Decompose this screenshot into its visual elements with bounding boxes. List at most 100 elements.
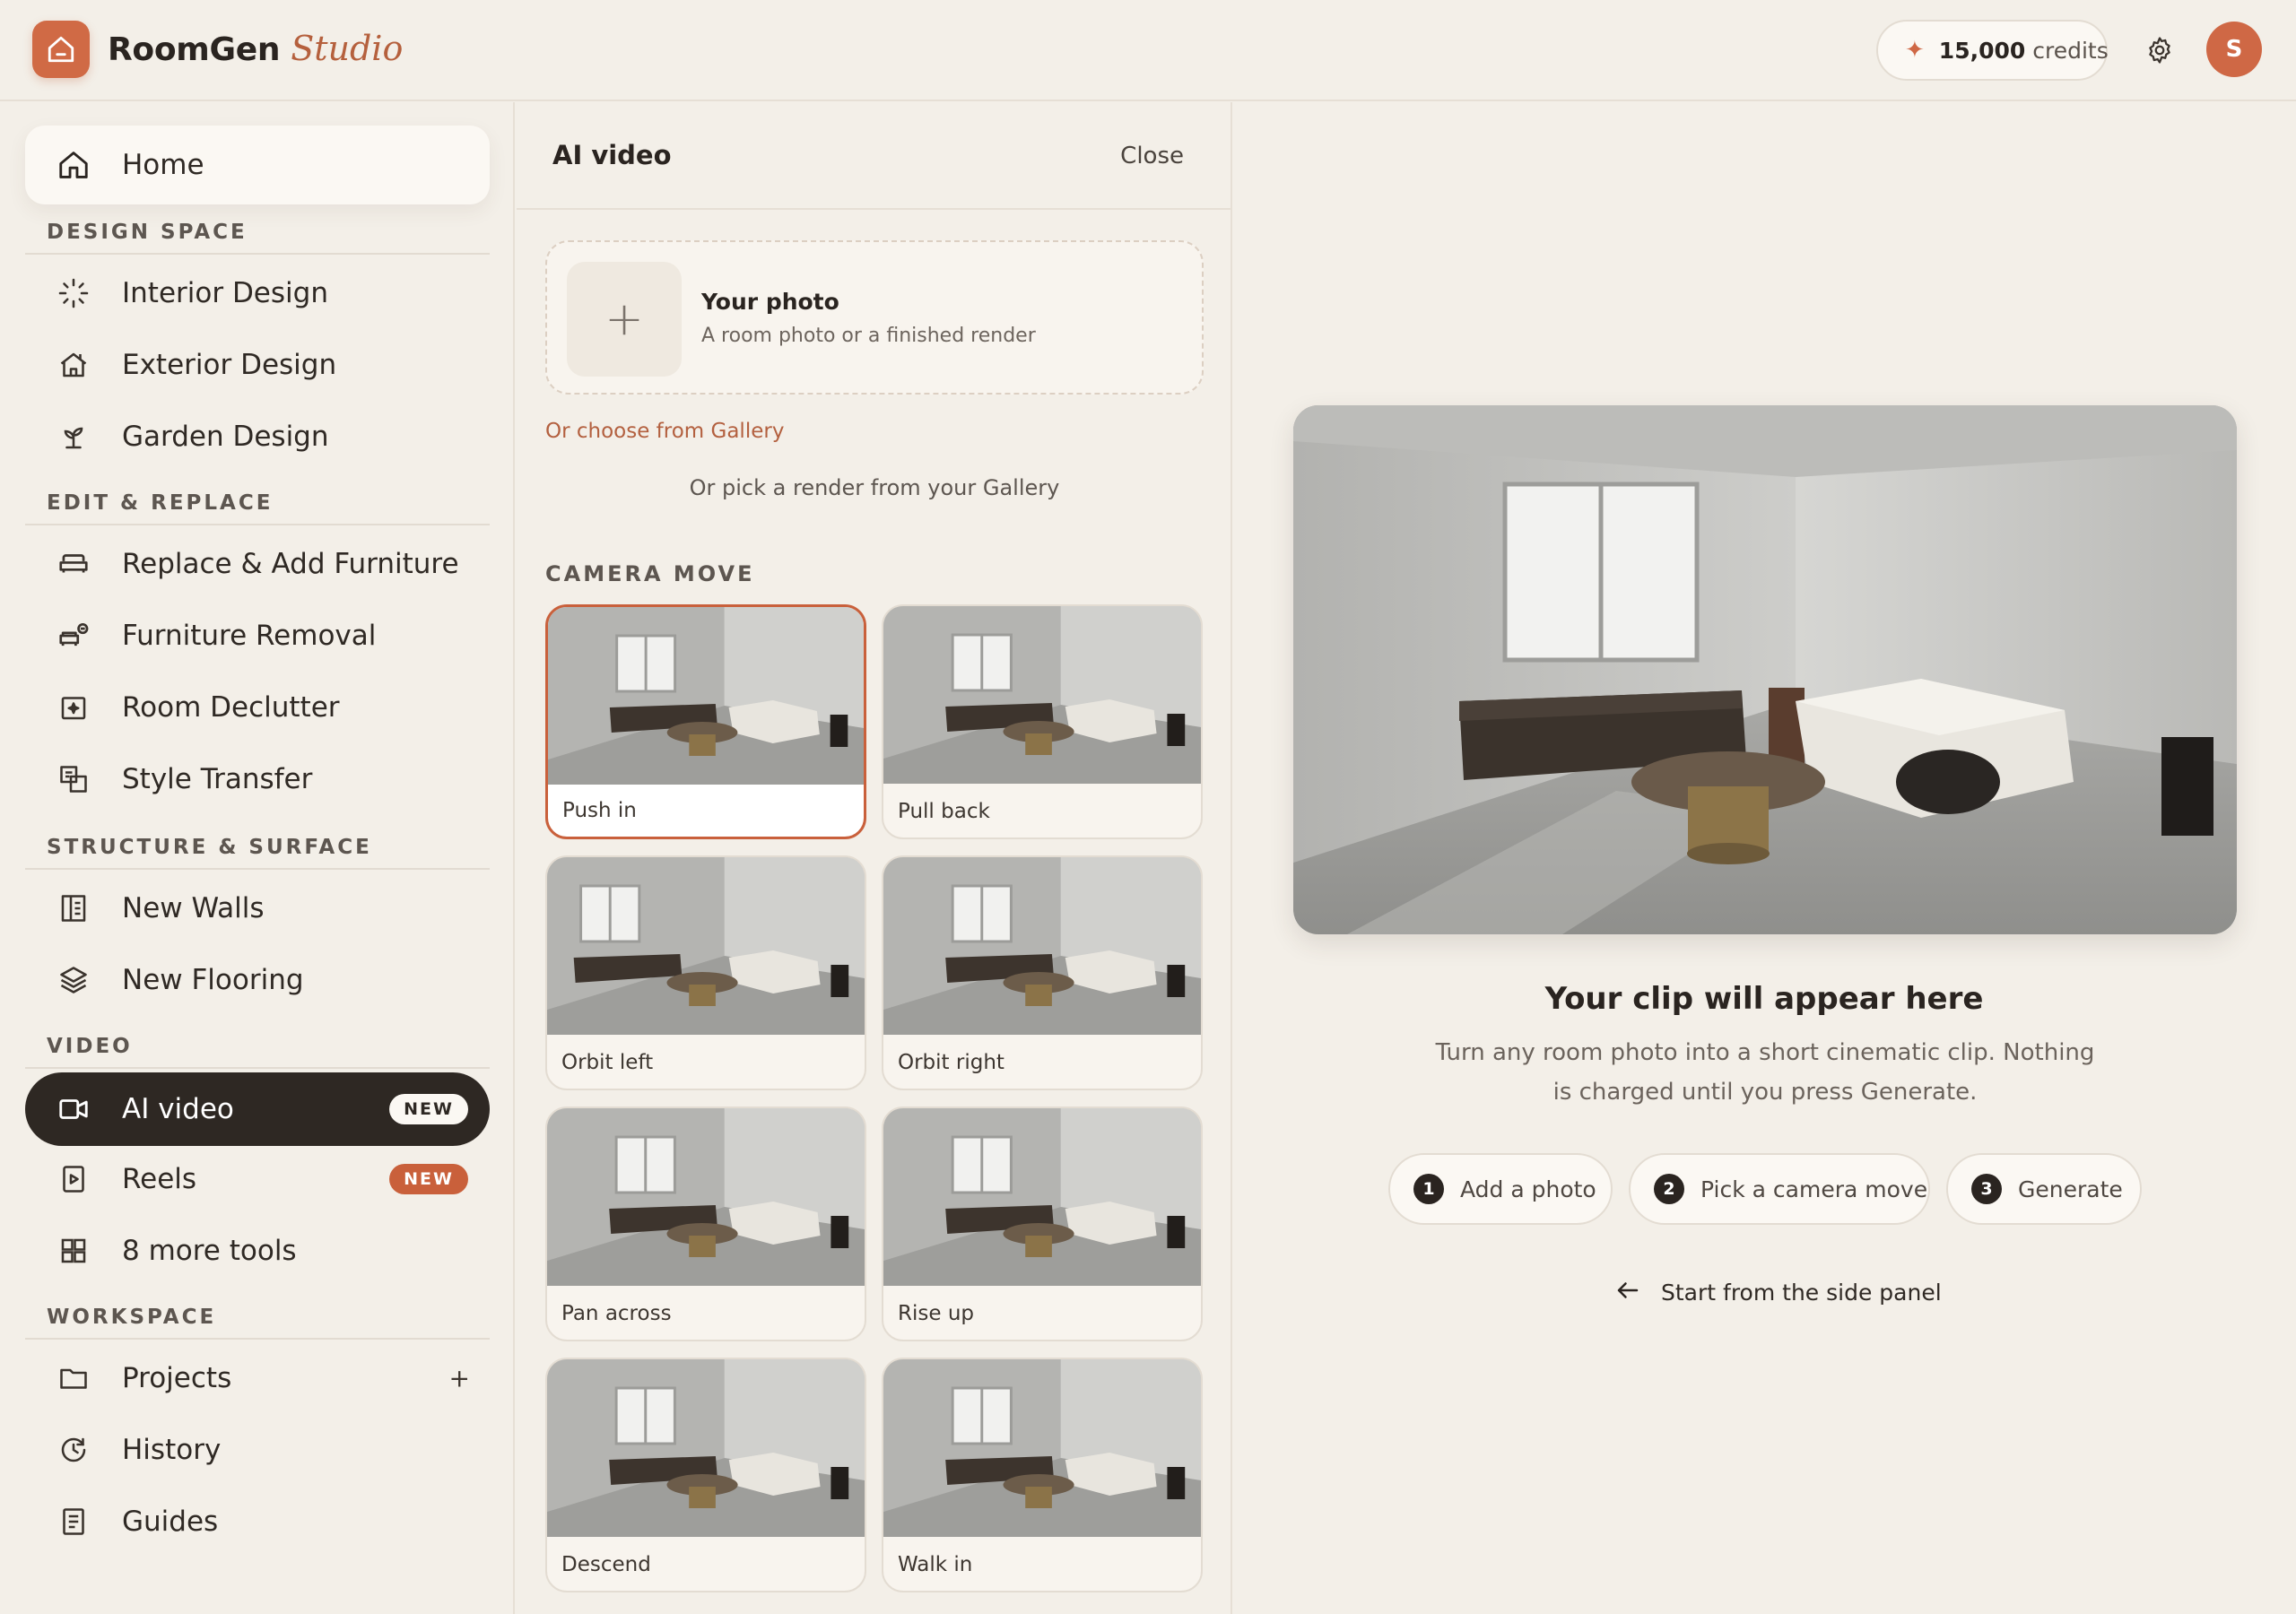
step-add-photo[interactable]: 1 Add a photo <box>1388 1153 1613 1225</box>
sidebar-item-label: Replace & Add Furniture <box>122 548 459 580</box>
sidebar-item-label: 8 more tools <box>122 1235 297 1267</box>
sidebar-item-new-flooring[interactable]: New Flooring <box>25 949 490 1011</box>
divider <box>25 1067 490 1069</box>
camera-move-thumbnail <box>547 1359 865 1537</box>
sidebar-item-interior-design[interactable]: Interior Design <box>25 262 490 325</box>
step-label: Generate <box>2018 1176 2123 1202</box>
camera-move-pull-back[interactable]: Pull back <box>882 604 1203 839</box>
divider <box>25 253 490 255</box>
sidebar-item-garden-design[interactable]: Garden Design <box>25 405 490 468</box>
step-number: 2 <box>1654 1174 1684 1204</box>
panel-title: AI video <box>552 140 672 170</box>
brand[interactable]: RoomGen Studio <box>108 29 403 72</box>
close-button[interactable]: Close <box>1120 143 1184 169</box>
avatar[interactable]: S <box>2206 22 2262 77</box>
sidebar-item-projects[interactable]: Projects + <box>25 1347 490 1410</box>
camera-move-label: Descend <box>561 1553 651 1576</box>
section-design-space: DESIGN SPACE <box>47 221 248 244</box>
sidebar-item-room-declutter[interactable]: Room Declutter <box>25 676 490 739</box>
empty-state-description: Turn any room photo into a short cinemat… <box>1435 1039 2095 1106</box>
divider <box>25 868 490 870</box>
step-pick-camera-move[interactable]: 2 Pick a camera move <box>1629 1153 1930 1225</box>
brand-name: RoomGen <box>108 31 281 68</box>
sparkle-burst-icon <box>56 275 91 311</box>
document-icon <box>56 1504 91 1540</box>
home-icon <box>56 147 91 183</box>
logo-icon[interactable] <box>32 21 90 78</box>
section-workspace: WORKSPACE <box>47 1306 217 1329</box>
photo-upload-dropzone[interactable]: + Your photo A room photo or a finished … <box>545 240 1204 395</box>
folder-icon <box>56 1360 91 1396</box>
sidebar-item-label: New Walls <box>122 892 265 924</box>
sidebar-item-label: Guides <box>122 1506 219 1538</box>
video-camera-icon <box>56 1091 91 1127</box>
sidebar-item-reels[interactable]: Reels NEW <box>25 1148 490 1210</box>
sidebar-item-new-walls[interactable]: New Walls <box>25 877 490 940</box>
sofa-icon <box>56 546 91 582</box>
camera-move-rise-up[interactable]: Rise up <box>882 1106 1203 1341</box>
camera-move-thumbnail <box>547 1108 865 1286</box>
play-icon <box>56 1161 91 1197</box>
camera-move-label: Pull back <box>898 800 990 823</box>
sidebar-item-replace-add-furniture[interactable]: Replace & Add Furniture <box>25 533 490 595</box>
camera-move-thumbnail <box>883 1359 1201 1537</box>
divider <box>25 524 490 525</box>
sidebar-item-ai-video[interactable]: AI video NEW <box>25 1072 490 1146</box>
credits-unit: credits <box>2032 37 2109 64</box>
camera-move-label: Orbit left <box>561 1051 654 1074</box>
sidebar-item-history[interactable]: History <box>25 1419 490 1481</box>
side-panel-hint[interactable]: Start from the side panel <box>1614 1277 1942 1307</box>
camera-move-thumbnail <box>883 606 1201 784</box>
step-number: 1 <box>1413 1174 1444 1204</box>
upload-subtitle: A room photo or a finished render <box>701 325 1036 347</box>
new-badge: NEW <box>389 1094 468 1124</box>
sidebar-item-label: New Flooring <box>122 964 304 996</box>
camera-move-walk-in[interactable]: Walk in <box>882 1358 1203 1592</box>
brand-suffix: Studio <box>291 29 404 68</box>
upload-title: Your photo <box>701 289 839 315</box>
sidebar-item-label: History <box>122 1434 222 1466</box>
section-video: VIDEO <box>47 1035 133 1058</box>
step-label: Pick a camera move <box>1700 1176 1928 1202</box>
camera-move-thumbnail <box>883 857 1201 1035</box>
step-generate[interactable]: 3 Generate <box>1946 1153 2142 1225</box>
sidebar-item-label: AI video <box>122 1093 234 1125</box>
plus-icon[interactable]: + <box>567 262 682 377</box>
step-number: 3 <box>1971 1174 2002 1204</box>
gear-icon[interactable] <box>2140 30 2179 70</box>
camera-move-descend[interactable]: Descend <box>545 1358 866 1592</box>
choose-from-gallery-link[interactable]: Or choose from Gallery <box>545 420 784 443</box>
camera-move-label: Push in <box>562 799 637 822</box>
camera-move-orbit-right[interactable]: Orbit right <box>882 855 1203 1090</box>
camera-move-thumbnail <box>547 857 865 1035</box>
camera-move-label: Orbit right <box>898 1051 1004 1074</box>
sidebar-item-label: Projects <box>122 1362 232 1394</box>
camera-move-pan-across[interactable]: Pan across <box>545 1106 866 1341</box>
credits-button[interactable]: ✦ 15,000 credits <box>1876 20 2109 81</box>
credits-amount: 15,000 <box>1938 37 2026 64</box>
camera-move-orbit-left[interactable]: Orbit left <box>545 855 866 1090</box>
camera-move-label: Walk in <box>898 1553 973 1576</box>
grid-icon <box>56 1233 91 1269</box>
sidebar-item-label: Home <box>122 149 204 181</box>
sidebar-item-style-transfer[interactable]: Style Transfer <box>25 748 490 811</box>
sparkle-icon: ✦ <box>1905 37 1925 64</box>
add-project-button[interactable]: + <box>449 1364 470 1393</box>
sidebar-item-label: Style Transfer <box>122 763 313 795</box>
sidebar-item-label: Exterior Design <box>122 349 337 381</box>
sidebar-item-label: Interior Design <box>122 277 328 309</box>
sidebar-item-more-tools[interactable]: 8 more tools <box>25 1219 490 1282</box>
wall-panel-icon <box>56 890 91 926</box>
camera-move-label: Rise up <box>898 1302 974 1325</box>
sidebar: Home DESIGN SPACE Interior Design Exteri… <box>0 102 515 1614</box>
sidebar-item-home[interactable]: Home <box>25 126 490 204</box>
sidebar-item-guides[interactable]: Guides <box>25 1490 490 1553</box>
preview-image <box>1293 405 2237 934</box>
camera-move-push-in[interactable]: Push in <box>545 604 866 839</box>
sidebar-item-exterior-design[interactable]: Exterior Design <box>25 334 490 396</box>
section-edit-replace: EDIT & REPLACE <box>47 491 274 515</box>
camera-move-label: Pan across <box>561 1302 672 1325</box>
camera-move-thumbnail <box>883 1108 1201 1286</box>
arrow-left-icon <box>1614 1277 1641 1307</box>
sidebar-item-furniture-removal[interactable]: Furniture Removal <box>25 604 490 667</box>
